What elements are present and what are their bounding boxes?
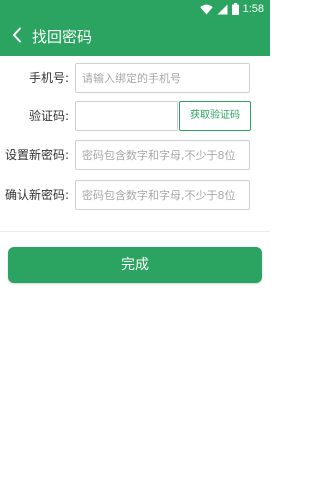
chevron-left-icon (12, 27, 22, 47)
app-bar: 找回密码 (0, 18, 270, 56)
new-password-input[interactable] (75, 140, 250, 170)
find-password-screen: 1:58 找回密码 手机号: 验证码: 获取验证码 设置新密码: 确认新密码: … (0, 0, 270, 479)
page-title: 找回密码 (32, 28, 93, 46)
back-button[interactable] (4, 24, 30, 50)
code-label: 验证码: (28, 109, 69, 123)
confirm-password-label: 确认新密码: (4, 188, 69, 202)
code-row: 验证码: 获取验证码 (0, 101, 270, 131)
wifi-icon (199, 4, 213, 15)
confirm-password-row: 确认新密码: (0, 180, 270, 210)
phone-label: 手机号: (28, 71, 69, 85)
phone-row: 手机号: (0, 63, 270, 93)
battery-icon (231, 3, 239, 15)
divider (0, 231, 270, 232)
code-input[interactable] (75, 101, 178, 131)
cell-signal-icon (217, 4, 228, 15)
new-password-row: 设置新密码: (0, 140, 270, 170)
status-time: 1:58 (242, 3, 264, 15)
phone-input[interactable] (75, 63, 250, 93)
get-code-button[interactable]: 获取验证码 (179, 101, 251, 131)
new-password-label: 设置新密码: (4, 148, 69, 162)
submit-button[interactable]: 完成 (8, 247, 262, 283)
status-icons: 1:58 (199, 1, 264, 17)
confirm-password-input[interactable] (75, 180, 250, 210)
status-bar: 1:58 (0, 0, 270, 18)
